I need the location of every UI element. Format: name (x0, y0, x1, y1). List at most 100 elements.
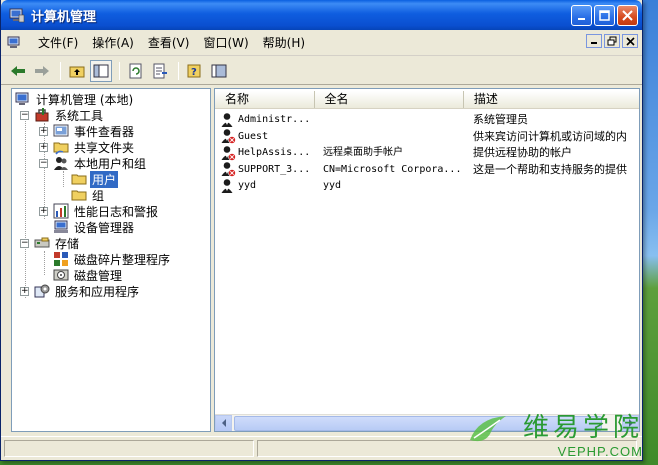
user-description-cell: 提供远程协助的帐户 (473, 146, 572, 159)
maximize-icon (599, 10, 610, 21)
action-pane-icon (211, 64, 227, 77)
computer-management-icon (9, 8, 25, 23)
collapse-toggle[interactable]: − (20, 238, 29, 248)
tree-item-performance-logs[interactable]: + 性能日志和警报 (39, 203, 160, 219)
arrow-left-icon (221, 419, 226, 427)
defragmenter-icon (54, 252, 68, 266)
toolbar-separator (119, 61, 120, 80)
window-title: 计算机管理 (31, 9, 97, 25)
tree-item-label: 用户 (90, 170, 119, 188)
up-one-level-button[interactable] (66, 60, 88, 82)
table-row[interactable]: Guest 供来宾访问计算机或访问域的内 (215, 128, 639, 145)
forward-button[interactable] (31, 60, 53, 82)
table-row[interactable]: SUPPORT_3... CN=Microsoft Corpora... 这是一个帮… (215, 161, 639, 178)
minimize-icon (591, 42, 597, 44)
child-minimize-button[interactable] (586, 34, 602, 48)
tree-item-label: 性能日志和警报 (74, 204, 159, 219)
menu-bar: 文件(F) 操作(A) 查看(V) 窗口(W) 帮助(H) (1, 30, 642, 56)
watermark-chinese: 维易学院 (522, 413, 643, 443)
export-list-icon (153, 63, 167, 78)
folder-icon (71, 190, 87, 201)
refresh-icon (129, 63, 142, 78)
menu-window[interactable]: 窗口(W) (196, 31, 255, 54)
menu-action[interactable]: 操作(A) (85, 31, 141, 54)
users-list-view[interactable]: 名称 全名 描述 Administr... 系统管理员 Guest 供来宾访问计算机或… (214, 88, 640, 432)
expand-toggle[interactable]: + (20, 286, 29, 296)
console-tree[interactable]: 计算机管理 (本地) − 系统工具 + 事件查看器 + 共享文件夹 − 本地用户… (11, 88, 211, 432)
close-icon (625, 36, 635, 46)
help-button[interactable]: ? (184, 60, 206, 82)
user-name-cell: yyd (238, 180, 257, 191)
user-description-cell: 供来宾访问计算机或访问域的内 (473, 129, 627, 143)
tree-item-label: 系统工具 (55, 108, 104, 123)
tree-item-disk-defragmenter[interactable]: 磁盘碎片整理程序 (53, 251, 172, 267)
tree-item-event-viewer[interactable]: + 事件查看器 (39, 123, 136, 139)
child-close-button[interactable] (622, 34, 638, 48)
refresh-button[interactable] (125, 60, 147, 82)
close-icon (622, 10, 633, 21)
table-row[interactable]: Administr... 系统管理员 (215, 111, 639, 128)
minimize-button[interactable] (571, 5, 592, 26)
scroll-left-button[interactable] (215, 414, 232, 431)
shared-folder-icon (53, 142, 69, 155)
child-restore-button[interactable] (604, 34, 620, 48)
column-header-name[interactable]: 名称 (215, 91, 315, 108)
tree-item-root[interactable]: 计算机管理 (本地) (15, 91, 135, 107)
maximize-button[interactable] (594, 5, 615, 26)
disk-management-icon (53, 269, 69, 281)
minimize-icon (577, 17, 585, 20)
back-button[interactable] (7, 60, 29, 82)
tree-item-label: 计算机管理 (本地) (36, 92, 134, 107)
collapse-toggle[interactable]: − (20, 110, 29, 120)
tree-item-device-manager[interactable]: 设备管理器 (53, 219, 136, 235)
toolbar-separator (178, 61, 179, 80)
status-field (4, 440, 254, 457)
tree-item-label: 服务和应用程序 (55, 284, 140, 299)
event-viewer-icon (53, 124, 69, 137)
table-row[interactable]: yyd yyd (215, 177, 639, 194)
tree-item-services-applications[interactable]: + 服务和应用程序 (20, 283, 141, 299)
close-button[interactable] (617, 5, 638, 26)
user-icon (221, 178, 233, 193)
tree-item-label: 磁盘碎片整理程序 (74, 252, 171, 267)
expand-toggle[interactable]: + (39, 126, 48, 136)
tree-item-storage[interactable]: − 存储 (20, 235, 81, 251)
leaf-logo-icon (470, 416, 506, 442)
collapse-toggle[interactable]: − (39, 158, 48, 168)
title-bar[interactable]: 计算机管理 (1, 0, 642, 30)
expand-toggle[interactable]: + (39, 206, 48, 216)
tree-item-users[interactable]: 用户 (71, 170, 119, 188)
tree-item-disk-management[interactable]: 磁盘管理 (53, 267, 124, 283)
svg-text:?: ? (191, 67, 197, 78)
menu-file[interactable]: 文件(F) (31, 31, 85, 54)
user-fullname-cell: CN=Microsoft Corpora... (323, 163, 462, 175)
export-list-button[interactable] (149, 60, 171, 82)
tree-item-label: 设备管理器 (74, 220, 135, 235)
tree-item-local-users-groups[interactable]: − 本地用户和组 (39, 155, 148, 171)
watermark-english: VEPHP.COM (557, 444, 643, 459)
tree-line (25, 113, 26, 298)
tree-item-shared-folders[interactable]: + 共享文件夹 (39, 139, 136, 155)
tree-item-groups[interactable]: 组 (71, 187, 106, 203)
folder-icon (71, 174, 87, 185)
tree-line (63, 171, 64, 187)
user-fullname-cell: yyd (323, 180, 342, 191)
tree-item-label: 组 (92, 188, 105, 203)
show-hide-tree-button[interactable] (90, 59, 112, 82)
toolbar-separator (60, 61, 61, 80)
column-header-description[interactable]: 描述 (463, 91, 639, 108)
show-hide-action-pane-button[interactable] (208, 60, 230, 82)
menu-help[interactable]: 帮助(H) (256, 31, 312, 54)
help-icon: ? (187, 64, 201, 78)
restore-icon (607, 36, 617, 46)
list-header: 名称 全名 描述 (215, 91, 639, 109)
tree-item-system-tools[interactable]: − 系统工具 (20, 107, 105, 123)
expand-toggle[interactable]: + (39, 142, 48, 152)
user-description-cell: 这是一个帮助和支持服务的提供 (473, 162, 627, 176)
disabled-user-icon (221, 145, 236, 161)
menu-view[interactable]: 查看(V) (141, 31, 197, 54)
column-header-fullname[interactable]: 全名 (314, 91, 464, 108)
arrow-right-icon (35, 65, 49, 76)
table-row[interactable]: HelpAssis... 远程桌面助手帐户 提供远程协助的帐户 (215, 144, 639, 161)
mmc-system-menu-icon[interactable] (7, 36, 23, 50)
